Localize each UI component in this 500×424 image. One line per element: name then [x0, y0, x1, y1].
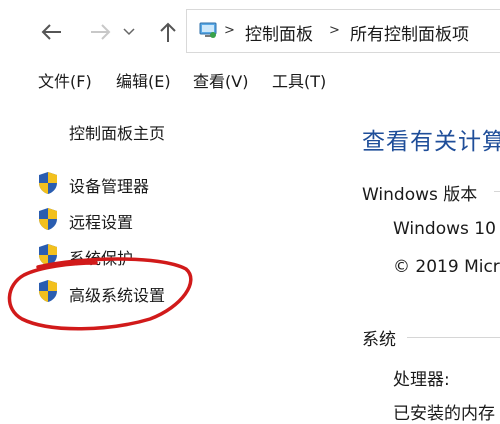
- copyright-text: © 2019 Micr: [393, 257, 500, 277]
- breadcrumb-control-panel[interactable]: 控制面板: [245, 20, 313, 45]
- shield-icon: [39, 244, 57, 266]
- page-title: 查看有关计算: [362, 129, 500, 155]
- menu-view[interactable]: 查看(V): [193, 68, 248, 92]
- system-protection-link[interactable]: 系统保护: [69, 245, 133, 269]
- installed-memory-label: 已安装的内存: [393, 404, 495, 424]
- breadcrumb-all-items[interactable]: 所有控制面板项: [350, 20, 469, 45]
- windows-edition-value: Windows 10: [393, 219, 496, 239]
- section-divider: [407, 337, 500, 338]
- windows-edition-heading: Windows 版本: [362, 185, 478, 205]
- back-arrow-icon: [41, 24, 61, 40]
- menu-file[interactable]: 文件(F): [38, 68, 92, 92]
- breadcrumb-separator[interactable]: >: [224, 23, 235, 38]
- chevron-down-icon: [123, 28, 135, 36]
- back-button[interactable]: [38, 18, 66, 46]
- menu-tools[interactable]: 工具(T): [272, 68, 326, 92]
- menu-edit[interactable]: 编辑(E): [116, 68, 171, 92]
- forward-button[interactable]: [86, 18, 114, 46]
- section-divider: [494, 191, 500, 192]
- forward-arrow-icon: [91, 24, 111, 40]
- advanced-system-settings-link[interactable]: 高级系统设置: [69, 282, 165, 306]
- recent-dropdown-button[interactable]: [120, 18, 138, 46]
- shield-icon: [39, 208, 57, 230]
- remote-settings-link[interactable]: 远程设置: [69, 209, 133, 233]
- shield-icon: [39, 280, 57, 302]
- processor-label: 处理器:: [393, 370, 450, 390]
- system-heading: 系统: [362, 330, 396, 350]
- control-panel-home-link[interactable]: 控制面板主页: [69, 120, 165, 144]
- shield-icon: [39, 172, 57, 194]
- control-panel-icon: [198, 20, 218, 40]
- up-button[interactable]: [154, 18, 182, 46]
- up-arrow-icon: [160, 22, 176, 42]
- device-manager-link[interactable]: 设备管理器: [69, 173, 149, 197]
- breadcrumb-separator[interactable]: >: [329, 23, 340, 38]
